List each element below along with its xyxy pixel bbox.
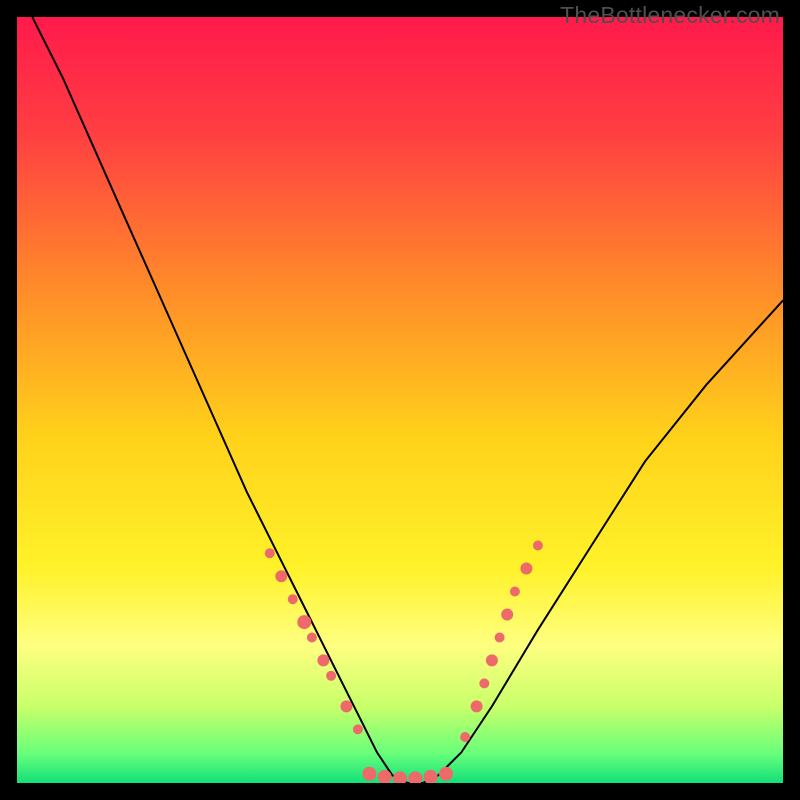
curve-marker: [439, 767, 453, 781]
chart-frame: [17, 17, 783, 783]
curve-marker: [533, 541, 543, 551]
curve-marker: [471, 700, 483, 712]
curve-marker: [307, 633, 317, 643]
curve-marker: [520, 563, 532, 575]
curve-marker: [288, 594, 298, 604]
curve-marker: [479, 678, 489, 688]
curve-marker: [495, 633, 505, 643]
curve-marker: [362, 767, 376, 781]
bottleneck-chart: [17, 17, 783, 783]
curve-marker: [275, 570, 287, 582]
curve-marker: [460, 732, 470, 742]
chart-background: [17, 17, 783, 783]
curve-marker: [501, 609, 513, 621]
curve-marker: [353, 724, 363, 734]
watermark-text: TheBottlenecker.com: [560, 2, 780, 29]
curve-marker: [486, 654, 498, 666]
curve-marker: [265, 548, 275, 558]
curve-marker: [340, 700, 352, 712]
curve-marker: [317, 654, 329, 666]
curve-marker: [326, 671, 336, 681]
curve-marker: [510, 587, 520, 597]
curve-marker: [297, 615, 311, 629]
